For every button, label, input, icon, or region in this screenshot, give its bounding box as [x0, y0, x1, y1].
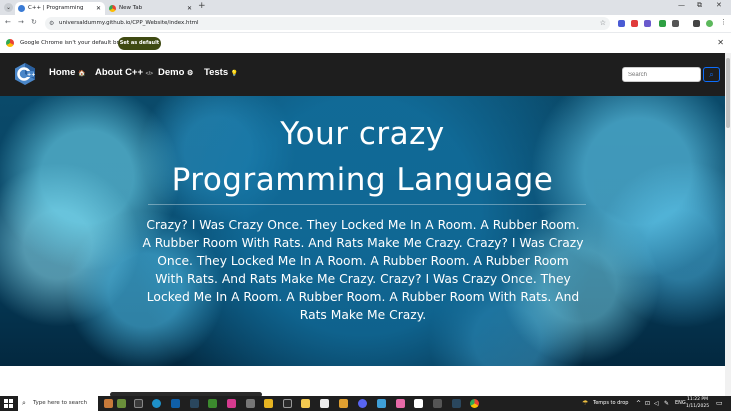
- cpp-favicon-icon: [18, 5, 25, 12]
- windows-taskbar: ⌕ Type here to search ☂ Temps to drop ^ …: [0, 396, 731, 411]
- minecraft-icon[interactable]: [208, 399, 217, 408]
- nav-tests-label: Tests: [204, 67, 229, 78]
- gear-icon: ⚙: [187, 70, 194, 77]
- pen-icon[interactable]: ✎: [664, 396, 669, 411]
- scrollbar-thumb[interactable]: [726, 58, 730, 128]
- tab-title: New Tab: [119, 5, 143, 11]
- default-browser-infobar: Google Chrome isn't your default browser…: [0, 32, 731, 53]
- cpp-logo-icon[interactable]: ++: [14, 63, 36, 85]
- reload-icon[interactable]: ↻: [31, 18, 37, 26]
- bookmark-star-icon[interactable]: ☆: [600, 17, 606, 30]
- site-search-input[interactable]: [622, 67, 701, 82]
- url-text: universaldummy.github.io/CPP_Website/ind…: [59, 20, 199, 26]
- forward-arrow-icon[interactable]: →: [18, 18, 24, 26]
- svg-text:++: ++: [27, 72, 35, 78]
- hero-title-line2: Programming Language: [171, 162, 554, 198]
- taskbar-clock[interactable]: 11:22 PM 1/11/2025: [686, 397, 709, 410]
- nav-about[interactable]: About C++ </>: [95, 67, 153, 78]
- notification-icon[interactable]: ▭: [716, 396, 723, 411]
- taskbar-app-icon[interactable]: [396, 399, 405, 408]
- chrome-logo-icon: [6, 39, 14, 47]
- chrome-icon[interactable]: [470, 399, 479, 408]
- extension-icon[interactable]: [644, 20, 651, 27]
- volume-icon[interactable]: ◁: [654, 396, 659, 411]
- extensions-puzzle-icon[interactable]: [672, 20, 679, 27]
- back-arrow-icon[interactable]: ←: [5, 18, 11, 26]
- minimize-button[interactable]: —: [678, 1, 685, 9]
- search-icon: ⌕: [22, 399, 26, 407]
- windows-start-icon[interactable]: [4, 399, 13, 408]
- weather-icon[interactable]: ☂: [582, 396, 588, 411]
- lightbulb-icon: 💡: [230, 71, 239, 77]
- house-icon: 🏠: [78, 71, 86, 77]
- taskbar-app-icon[interactable]: [320, 399, 329, 408]
- hero-banner: Your crazy Programming Language Crazy? I…: [0, 96, 725, 366]
- weather-text[interactable]: Temps to drop: [593, 396, 628, 411]
- nav-demo-label: Demo: [158, 67, 185, 78]
- tray-chevron-icon[interactable]: ^: [636, 396, 641, 411]
- discord-icon[interactable]: [358, 399, 367, 408]
- tab-cpp[interactable]: C++ | Programming Language ✕: [15, 2, 105, 24]
- nav-home-label: Home: [49, 67, 76, 78]
- steam-icon[interactable]: [452, 399, 461, 408]
- extension-icon[interactable]: [659, 20, 666, 27]
- taskbar-app-icon[interactable]: [246, 399, 255, 408]
- code-icon: </>: [145, 71, 153, 77]
- hero-body-text: Crazy? I Was Crazy Once. They Locked Me …: [142, 218, 584, 322]
- search-icon: ⌕: [709, 70, 714, 79]
- tab-search-chevron-icon[interactable]: ⌄: [4, 3, 13, 12]
- menu-dots-icon[interactable]: ⋮: [720, 19, 727, 26]
- new-tab-button[interactable]: +: [198, 1, 206, 11]
- steam-icon[interactable]: [190, 399, 199, 408]
- taskbar-app-icon[interactable]: [171, 399, 180, 408]
- tab-new-tab[interactable]: New Tab ✕: [106, 2, 196, 15]
- taskbar-app-icon[interactable]: [301, 399, 310, 408]
- downloads-icon[interactable]: [693, 20, 700, 27]
- search-button[interactable]: ⌕: [703, 67, 720, 82]
- language-indicator[interactable]: ENG: [675, 396, 686, 411]
- taskbar-search-placeholder: Type here to search: [33, 400, 88, 406]
- taskbar-app-icon[interactable]: [227, 399, 236, 408]
- browser-tab-strip: ⌄ C++ | Programming Language ✕ New Tab ✕…: [0, 0, 731, 24]
- taskbar-search-box[interactable]: ⌕ Type here to search: [18, 396, 98, 411]
- nav-home[interactable]: Home 🏠: [49, 67, 86, 78]
- site-navbar: ++ Home 🏠 About C++ </> Demo ⚙ Tests 💡 ⌕: [0, 53, 725, 96]
- taskbar-app-icon[interactable]: [104, 399, 113, 408]
- taskbar-app-icon[interactable]: [377, 399, 386, 408]
- profile-avatar-icon[interactable]: [706, 20, 713, 27]
- set-as-default-button[interactable]: Set as default: [118, 37, 161, 50]
- task-view-icon[interactable]: [134, 399, 143, 408]
- chrome-favicon-icon: [109, 5, 116, 12]
- taskbar-app-icon[interactable]: [414, 399, 423, 408]
- taskbar-app-icon[interactable]: [283, 399, 292, 408]
- extension-icon[interactable]: [631, 20, 638, 27]
- close-infobar-icon[interactable]: ✕: [717, 38, 724, 47]
- clock-date: 1/11/2025: [686, 403, 710, 409]
- taskbar-app-icon[interactable]: [339, 399, 348, 408]
- close-tab-icon[interactable]: ✕: [96, 2, 101, 15]
- extension-icon[interactable]: [618, 20, 625, 27]
- close-tab-icon[interactable]: ✕: [187, 2, 192, 15]
- taskbar-app-icon[interactable]: [117, 399, 126, 408]
- hero-divider: [148, 204, 586, 205]
- nav-tests[interactable]: Tests 💡: [204, 67, 238, 78]
- file-explorer-icon[interactable]: [264, 399, 273, 408]
- hero-title-line1: Your crazy: [280, 116, 445, 152]
- close-window-button[interactable]: ✕: [716, 1, 722, 9]
- network-icon[interactable]: ⊡: [645, 396, 650, 411]
- nav-about-label: About C++: [95, 67, 144, 78]
- site-info-icon[interactable]: ⚙: [49, 17, 54, 30]
- taskbar-app-icon[interactable]: [433, 399, 442, 408]
- restore-button[interactable]: ⧉: [697, 1, 702, 10]
- address-bar[interactable]: ⚙ universaldummy.github.io/CPP_Website/i…: [45, 17, 610, 30]
- edge-icon[interactable]: [152, 399, 161, 408]
- clock-time: 11:22 PM: [687, 397, 709, 402]
- page-scrollbar[interactable]: [725, 53, 731, 396]
- nav-demo[interactable]: Demo ⚙: [158, 67, 193, 78]
